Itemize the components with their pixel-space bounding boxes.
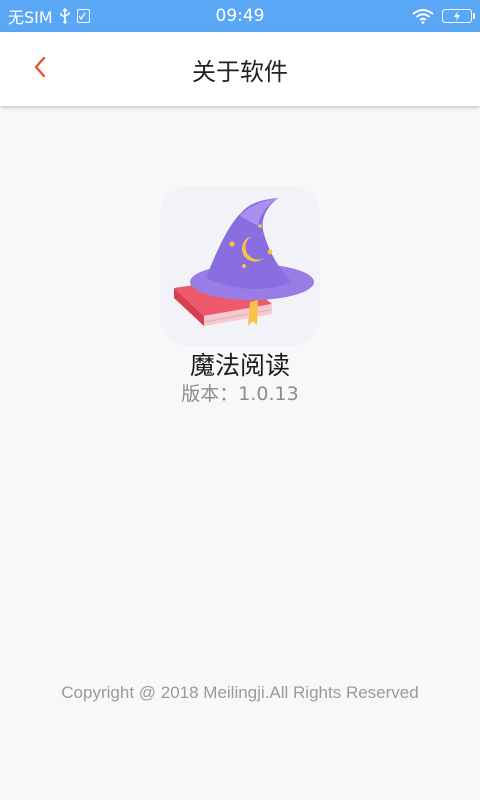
status-time: 09:49: [215, 6, 265, 26]
status-right: [412, 0, 475, 32]
wifi-icon: [412, 8, 434, 24]
page-title: 关于软件: [192, 57, 288, 86]
app-name: 魔法阅读: [189, 351, 290, 380]
wizard-hat-book-icon: [160, 186, 320, 346]
app-version: 版本：1.0.13: [181, 383, 299, 405]
copyright-text: Copyright @ 2018 Meilingji.All Rights Re…: [61, 683, 419, 702]
about-content: 魔法阅读 版本：1.0.13 Copyright @ 2018 Meilingj…: [0, 106, 480, 800]
battery-charging-icon: [442, 9, 475, 23]
status-bar: 无SIM 09:49: [0, 0, 480, 32]
nav-bar: 关于软件: [0, 32, 480, 106]
